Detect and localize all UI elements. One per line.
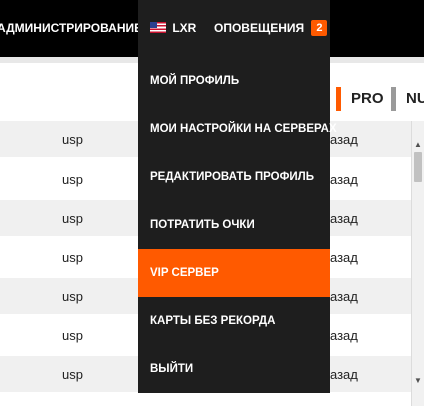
table-cell-back-link[interactable]: азад [330,356,358,393]
user-dropdown-menu: МОЙ ПРОФИЛЬ МОИ НАСТРОЙКИ НА СЕРВЕРАХ РЕ… [138,57,337,393]
nav-user-label: LXR [172,21,197,35]
nav-admin[interactable]: АДМИНИСТРИРОВАНИЕ [0,0,142,57]
menu-item-server-settings[interactable]: МОИ НАСТРОЙКИ НА СЕРВЕРАХ [138,105,337,153]
menu-item-logout[interactable]: ВЫЙТИ [138,345,330,393]
table-cell-player: usp [62,172,83,187]
nav-alerts[interactable]: ОПОВЕЩЕНИЯ 2 [214,0,328,57]
table-cell-back-link[interactable]: азад [330,239,358,276]
table-cell-player: usp [62,328,83,343]
table-cell-back-link[interactable]: азад [330,278,358,315]
menu-item-maps-without-record[interactable]: КАРТЫ БЕЗ РЕКОРДА [138,297,330,345]
menu-item-my-profile[interactable]: МОЙ ПРОФИЛЬ [138,57,330,105]
scroll-down-arrow-icon[interactable]: ▼ [412,374,424,388]
scroll-up-arrow-icon[interactable]: ▲ [412,138,424,152]
table-cell-player: usp [62,367,83,382]
table-cell-player: usp [62,250,83,265]
tab-pro-label: PRO [351,90,384,107]
scroll-thumb[interactable] [414,152,422,182]
table-cell-player: usp [62,289,83,304]
table-cell-back-link[interactable]: азад [330,317,358,354]
us-flag-icon [150,22,166,34]
nav-admin-label: АДМИНИСТРИРОВАНИЕ [0,21,143,35]
table-cell-back-link[interactable]: азад [330,161,358,198]
table-cell-player: usp [62,132,83,147]
page: АДМИНИСТРИРОВАНИЕ LXR ОПОВЕЩЕНИЯ 2 PRO N… [0,0,424,406]
alerts-count-badge: 2 [311,19,328,36]
menu-item-spend-points[interactable]: ПОТРАТИТЬ ОЧКИ [138,201,330,249]
table-cell-player: usp [62,211,83,226]
table-scrollbar[interactable]: ▲ ▼ [411,121,424,406]
menu-item-edit-profile[interactable]: РЕДАКТИРОВАТЬ ПРОФИЛЬ [138,153,330,201]
table-cell-back-link[interactable]: азад [330,200,358,237]
tab-nub[interactable]: NUB [391,87,424,111]
tab-pro[interactable]: PRO [336,87,384,111]
menu-item-vip-server[interactable]: VIP СЕРВЕР [138,249,330,297]
tab-nub-label: NUB [406,90,424,107]
nav-alerts-label: ОПОВЕЩЕНИЯ [214,21,305,35]
top-nav: АДМИНИСТРИРОВАНИЕ LXR ОПОВЕЩЕНИЯ 2 [0,0,424,57]
